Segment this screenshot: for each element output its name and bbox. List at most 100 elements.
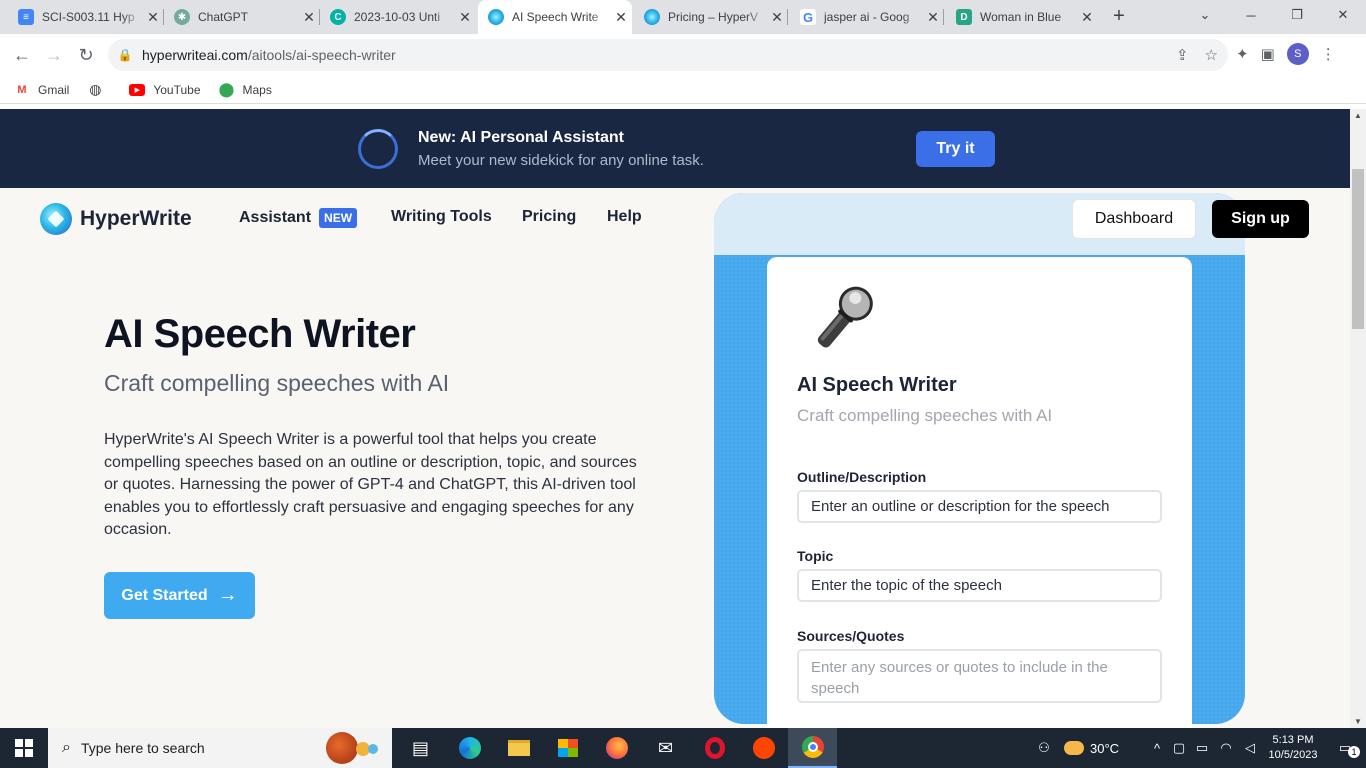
tool-subtitle: Craft compelling speeches with AI — [797, 406, 1053, 425]
hyperwrite-icon — [488, 9, 504, 25]
topic-label: Topic — [797, 548, 834, 564]
store-icon[interactable] — [543, 728, 592, 768]
opera-icon[interactable] — [690, 728, 739, 768]
c-icon: C — [330, 9, 346, 25]
tab-woman-in-blue[interactable]: D Woman in Blue ✕ — [946, 0, 1098, 34]
reload-icon[interactable]: ↻ — [74, 43, 98, 67]
tab-sci-s003[interactable]: ≡ SCI-S003.11 Hyp ✕ — [8, 0, 164, 34]
input-placeholder: Enter any sources or quotes to include i… — [811, 659, 1108, 697]
share-icon[interactable]: ⇪ — [1176, 46, 1189, 64]
arrow-right-icon: → — [217, 584, 238, 606]
dashboard-button[interactable]: Dashboard — [1072, 199, 1196, 239]
battery-icon[interactable]: ▭ — [1190, 740, 1214, 756]
close-icon[interactable]: ✕ — [766, 9, 788, 26]
scroll-down-icon[interactable]: ▼ — [1350, 717, 1366, 726]
profile-avatar[interactable]: S — [1286, 43, 1309, 65]
menu-icon[interactable]: ⋮ — [1321, 45, 1336, 63]
scroll-up-icon[interactable]: ▲ — [1350, 111, 1366, 120]
tab-ai-speech-writer[interactable]: AI Speech Write ✕ — [478, 0, 632, 34]
nav-assistant[interactable]: Assistant NEW — [239, 208, 358, 228]
nav-label: Pricing — [522, 208, 577, 225]
reddit-icon[interactable] — [739, 728, 788, 768]
tab-search-icon[interactable]: ⌄ — [1182, 0, 1228, 30]
nav-help[interactable]: Help — [607, 208, 642, 226]
windows-icon — [15, 739, 33, 757]
bookmark-youtube[interactable]: ▶ YouTube — [129, 82, 201, 97]
signup-button[interactable]: Sign up — [1212, 200, 1309, 238]
people-icon[interactable]: ⚇ — [1024, 740, 1064, 756]
page-subtitle: Craft compelling speeches with AI — [104, 370, 450, 396]
gmail-icon: M — [17, 83, 27, 96]
maps-icon: ⬤ — [218, 81, 235, 97]
chrome-icon[interactable] — [788, 728, 837, 768]
new-badge: NEW — [319, 208, 358, 228]
clock[interactable]: 5:13 PM 10/5/2023 — [1262, 733, 1324, 763]
clock-date: 10/5/2023 — [1268, 749, 1318, 761]
forward-icon[interactable]: → — [42, 43, 66, 67]
nav-label: Writing Tools — [391, 208, 492, 225]
extensions-icon[interactable]: ✦ — [1236, 45, 1249, 63]
close-icon[interactable]: ✕ — [142, 9, 164, 26]
close-icon[interactable]: ✕ — [922, 9, 944, 26]
bookmark-star-icon[interactable]: ☆ — [1205, 46, 1218, 64]
nav-pricing[interactable]: Pricing — [522, 208, 576, 226]
camera-icon[interactable]: ▢ — [1168, 740, 1190, 756]
bookmark-gmail[interactable]: M Gmail — [14, 82, 69, 98]
file-explorer-icon[interactable] — [494, 728, 543, 768]
tab-title: AI Speech Write — [512, 10, 599, 24]
new-tab-icon[interactable]: + — [1108, 5, 1130, 27]
weather-widget[interactable]: 30°C — [1064, 741, 1146, 756]
input-value: Enter the topic of the speech — [811, 577, 1002, 594]
tab-chatgpt[interactable]: ✱ ChatGPT ✕ — [164, 0, 320, 34]
chatgpt-icon: ✱ — [174, 9, 190, 25]
banner-title: New: AI Personal Assistant — [418, 129, 624, 146]
task-view-icon[interactable]: ▤ — [396, 728, 445, 768]
input-value: Enter an outline or description for the … — [811, 498, 1110, 515]
tab-untitled[interactable]: C 2023-10-03 Unti ✕ — [320, 0, 476, 34]
close-icon[interactable]: ✕ — [610, 9, 632, 26]
windows-taskbar: ⌕ Type here to search ▤ ✉ ⚇ 30°C ^ ▢ ▭ ◠… — [0, 728, 1366, 768]
minimize-icon[interactable]: ─ — [1228, 0, 1274, 30]
globe-icon: ◍ — [89, 81, 102, 97]
sources-textarea[interactable]: Enter any sources or quotes to include i… — [797, 649, 1162, 703]
mail-icon[interactable]: ✉ — [641, 728, 690, 768]
chevron-up-icon[interactable]: ^ — [1146, 741, 1168, 756]
volume-icon[interactable]: ◁ — [1238, 740, 1262, 756]
edge-icon[interactable] — [445, 728, 494, 768]
bookmark-globe[interactable]: ◍ — [87, 81, 111, 98]
close-icon[interactable]: ✕ — [454, 9, 476, 26]
wifi-icon[interactable]: ◠ — [1214, 740, 1238, 756]
tab-jasper-google[interactable]: G jasper ai - Goog ✕ — [790, 0, 944, 34]
weather-icon — [1064, 741, 1084, 755]
address-bar[interactable]: 🔒 hyperwriteai.com/aitools/ai-speech-wri… — [108, 39, 1228, 71]
taskbar-search[interactable]: ⌕ Type here to search — [48, 728, 392, 768]
page-scrollbar[interactable]: ▲ ▼ — [1350, 109, 1366, 728]
side-panel-icon[interactable]: ▣ — [1261, 45, 1275, 63]
restore-icon[interactable]: ❐ — [1274, 0, 1320, 30]
back-icon[interactable]: ← — [10, 43, 34, 67]
bookmark-label: YouTube — [153, 82, 201, 97]
scrollbar-thumb[interactable] — [1352, 169, 1364, 329]
close-icon[interactable]: ✕ — [298, 9, 320, 26]
firefox-icon[interactable] — [592, 728, 641, 768]
notification-icon[interactable]: ▭ 1 — [1324, 740, 1366, 758]
get-started-button[interactable]: Get Started → — [104, 572, 255, 619]
lock-icon[interactable]: 🔒 — [108, 48, 142, 62]
tool-card: AI Speech Writer Craft compelling speech… — [767, 257, 1192, 728]
web-page: New: AI Personal Assistant Meet your new… — [0, 109, 1350, 728]
close-icon[interactable]: ✕ — [1076, 9, 1098, 26]
planet-icon — [326, 732, 358, 764]
topic-input[interactable]: Enter the topic of the speech — [797, 569, 1162, 602]
tab-pricing-hyperwrite[interactable]: Pricing – HyperV ✕ — [634, 0, 788, 34]
tab-title: ChatGPT — [198, 10, 249, 24]
nav-writing-tools[interactable]: Writing Tools — [391, 208, 492, 226]
bookmark-maps[interactable]: ⬤ Maps — [218, 81, 272, 98]
outline-input[interactable]: Enter an outline or description for the … — [797, 490, 1162, 523]
try-it-button[interactable]: Try it — [916, 131, 995, 167]
tab-bar: ≡ SCI-S003.11 Hyp ✕ ✱ ChatGPT ✕ C 2023-1… — [0, 0, 1366, 34]
hyperwrite-logo[interactable]: HyperWrite — [40, 203, 192, 235]
close-window-icon[interactable]: ✕ — [1320, 0, 1366, 30]
start-button[interactable] — [0, 728, 48, 768]
nav-label: Assistant — [239, 209, 312, 226]
page-description: HyperWrite's AI Speech Writer is a power… — [104, 431, 637, 538]
